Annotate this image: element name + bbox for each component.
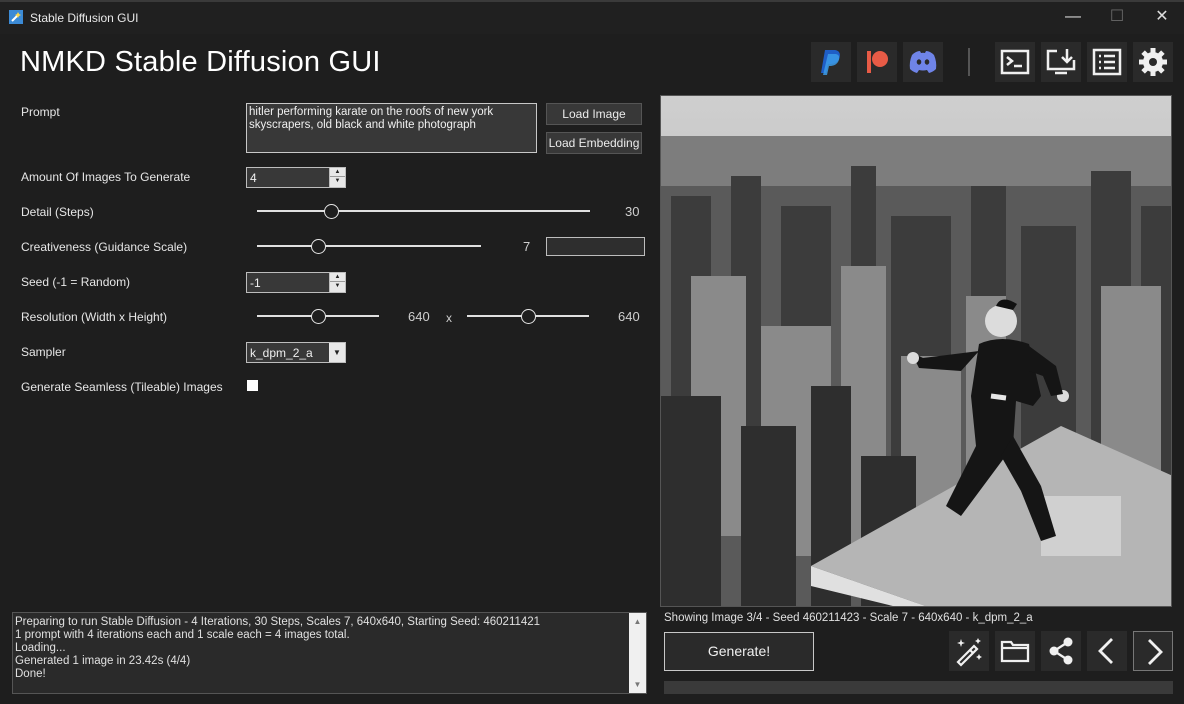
- share-button[interactable]: [1041, 631, 1081, 671]
- sampler-label: Sampler: [21, 345, 66, 359]
- next-image-button[interactable]: [1133, 631, 1173, 671]
- guidance-text-field[interactable]: [546, 237, 645, 256]
- seamless-checkbox[interactable]: [247, 380, 258, 391]
- page-title: NMKD Stable Diffusion GUI: [20, 46, 381, 78]
- width-slider-thumb[interactable]: [310, 309, 326, 324]
- log-scrollbar[interactable]: ▲ ▼: [629, 613, 646, 693]
- settings-icon: [1139, 48, 1167, 76]
- preview-image: [661, 96, 1171, 606]
- paypal-icon: [821, 50, 840, 75]
- discord-button[interactable]: [903, 42, 943, 82]
- sampler-value: k_dpm_2_a: [250, 346, 313, 360]
- log-line: 1 prompt with 4 iterations each and 1 sc…: [15, 629, 350, 641]
- installer-button[interactable]: [1041, 42, 1081, 82]
- guidance-slider-track: [257, 245, 481, 247]
- amount-value: 4: [250, 171, 257, 185]
- magic-wand-icon: [956, 638, 982, 667]
- resolution-label: Resolution (Width x Height): [21, 310, 168, 324]
- maximize-button[interactable]: ☐: [1094, 2, 1140, 34]
- minimize-button[interactable]: —: [1050, 2, 1096, 34]
- stepper-down-icon[interactable]: ▼: [330, 282, 345, 291]
- close-button[interactable]: ✕: [1139, 2, 1184, 34]
- amount-stepper[interactable]: 4 ▲ ▼: [246, 167, 346, 188]
- seed-stepper-arrows[interactable]: ▲ ▼: [329, 273, 345, 292]
- height-value: 640: [618, 309, 640, 324]
- log-box[interactable]: Preparing to run Stable Diffusion - 4 It…: [12, 612, 647, 694]
- post-process-button[interactable]: [949, 631, 989, 671]
- prompt-label: Prompt: [21, 105, 60, 119]
- discord-icon: [909, 51, 937, 73]
- log-lines: Preparing to run Stable Diffusion - 4 It…: [15, 616, 540, 681]
- log-line: Preparing to run Stable Diffusion - 4 It…: [15, 616, 541, 628]
- patreon-icon: [867, 51, 888, 73]
- stepper-down-icon[interactable]: ▼: [330, 177, 345, 186]
- load-image-button[interactable]: Load Image: [546, 103, 642, 125]
- logs-icon: [1092, 48, 1122, 76]
- log-line: Done!: [15, 668, 46, 680]
- resolution-separator: x: [446, 311, 452, 325]
- image-preview[interactable]: [660, 95, 1172, 607]
- seed-label: Seed (-1 = Random): [21, 275, 131, 289]
- toolbar-divider: [968, 48, 970, 76]
- height-slider[interactable]: [467, 308, 589, 324]
- width-value: 640: [408, 309, 430, 324]
- amount-stepper-arrows[interactable]: ▲ ▼: [329, 168, 345, 187]
- title-bar: Stable Diffusion GUI — ☐ ✕: [0, 0, 1184, 34]
- progress-bar: [664, 681, 1173, 694]
- amount-label: Amount Of Images To Generate: [21, 170, 191, 184]
- terminal-icon: [1000, 49, 1030, 75]
- chevron-right-icon: [1148, 639, 1163, 665]
- sampler-select[interactable]: k_dpm_2_a ▼: [246, 342, 346, 363]
- app-icon: [9, 10, 23, 24]
- log-line: Generated 1 image in 23.42s (4/4): [15, 655, 191, 667]
- install-icon: [1046, 49, 1076, 75]
- logs-button[interactable]: [1087, 42, 1127, 82]
- cli-button[interactable]: [995, 42, 1035, 82]
- guidance-slider-thumb[interactable]: [311, 239, 327, 254]
- load-embedding-button[interactable]: Load Embedding: [546, 132, 642, 154]
- paypal-button[interactable]: [811, 42, 851, 82]
- folder-icon: [1000, 640, 1030, 663]
- steps-slider[interactable]: [257, 203, 590, 219]
- width-slider[interactable]: [257, 308, 379, 324]
- stepper-up-icon[interactable]: ▲: [330, 168, 345, 177]
- guidance-label: Creativeness (Guidance Scale): [21, 240, 188, 254]
- stepper-up-icon[interactable]: ▲: [330, 273, 345, 282]
- open-folder-button[interactable]: [995, 631, 1035, 671]
- settings-button[interactable]: [1133, 42, 1173, 82]
- log-line: Loading...: [15, 642, 66, 654]
- scroll-down-icon[interactable]: ▼: [629, 676, 646, 693]
- generate-button[interactable]: Generate!: [664, 632, 814, 671]
- steps-label: Detail (Steps): [21, 205, 94, 219]
- previous-image-button[interactable]: [1087, 631, 1127, 671]
- steps-slider-track: [257, 210, 590, 212]
- seed-value: -1: [250, 276, 261, 290]
- steps-slider-thumb[interactable]: [323, 204, 339, 219]
- prompt-input[interactable]: hitler performing karate on the roofs of…: [246, 103, 537, 153]
- height-slider-thumb[interactable]: [520, 309, 536, 324]
- chevron-down-icon[interactable]: ▼: [329, 343, 345, 362]
- chevron-left-icon: [1098, 638, 1113, 664]
- seamless-label: Generate Seamless (Tileable) Images: [21, 380, 223, 394]
- patreon-button[interactable]: [857, 42, 897, 82]
- guidance-value: 7: [523, 239, 531, 254]
- window-title: Stable Diffusion GUI: [30, 11, 139, 25]
- scroll-up-icon[interactable]: ▲: [629, 613, 646, 630]
- steps-value: 30: [625, 204, 640, 219]
- seed-stepper[interactable]: -1 ▲ ▼: [246, 272, 346, 293]
- image-status: Showing Image 3/4 - Seed 460211423 - Sca…: [664, 612, 1033, 624]
- guidance-slider[interactable]: [257, 238, 481, 254]
- share-icon: [1049, 637, 1073, 665]
